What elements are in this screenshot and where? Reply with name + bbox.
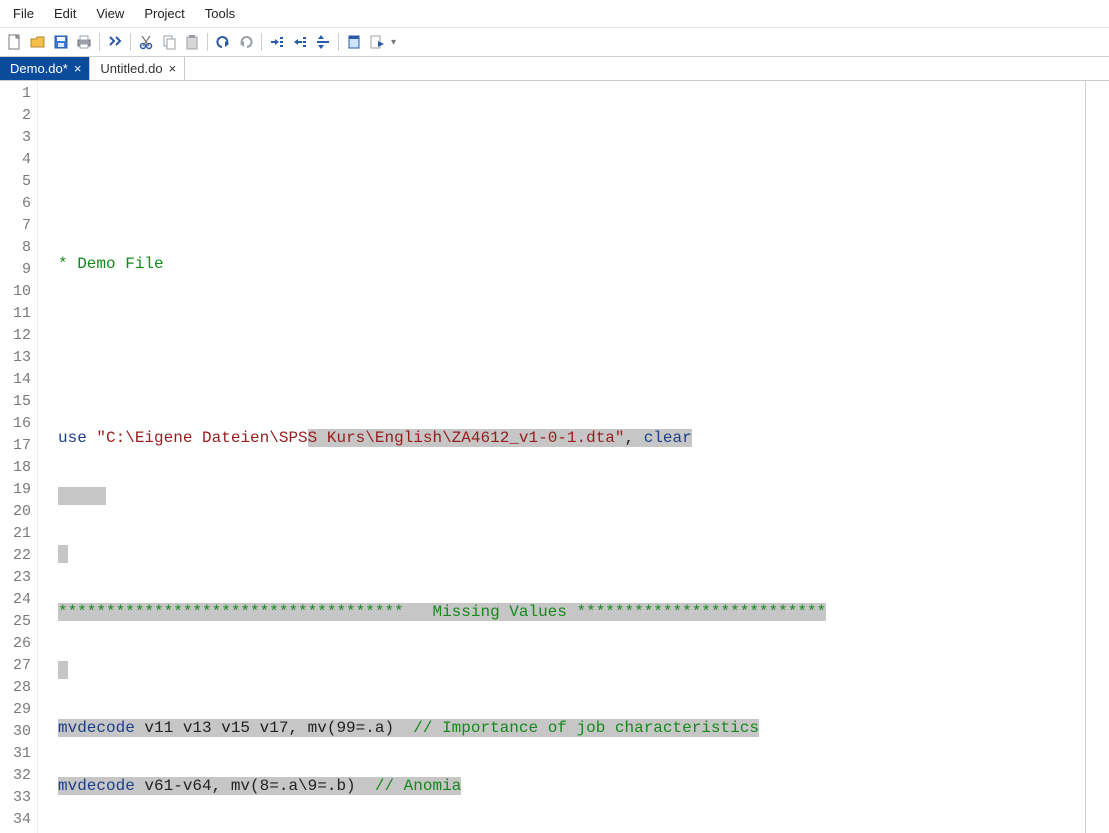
line-number: 19	[0, 479, 31, 501]
menu-project[interactable]: Project	[135, 3, 193, 24]
menu-tools[interactable]: Tools	[196, 3, 244, 24]
line-number: 14	[0, 369, 31, 391]
paste-icon[interactable]	[181, 31, 203, 53]
tab-label: Demo.do*	[10, 61, 68, 76]
code-comment: // Importance of job characteristics	[413, 719, 759, 737]
line-number: 18	[0, 457, 31, 479]
line-number: 15	[0, 391, 31, 413]
line-number: 9	[0, 259, 31, 281]
tab-untitled[interactable]: Untitled.do ×	[90, 57, 185, 80]
tab-label: Untitled.do	[100, 61, 162, 76]
run-line-icon[interactable]	[312, 31, 334, 53]
line-number: 29	[0, 699, 31, 721]
tab-bar: Demo.do* × Untitled.do ×	[0, 57, 1109, 81]
code-comment: // Anomia	[375, 777, 461, 795]
line-number: 6	[0, 193, 31, 215]
line-number: 7	[0, 215, 31, 237]
undo-icon[interactable]	[212, 31, 234, 53]
save-icon[interactable]	[50, 31, 72, 53]
print-icon[interactable]	[73, 31, 95, 53]
line-gutter: 1234567891011121314151617181920212223242…	[0, 81, 38, 833]
line-number: 20	[0, 501, 31, 523]
cut-icon[interactable]	[135, 31, 157, 53]
line-number: 1	[0, 83, 31, 105]
line-number: 12	[0, 325, 31, 347]
code-editor[interactable]: 1234567891011121314151617181920212223242…	[0, 81, 1109, 833]
line-number: 32	[0, 765, 31, 787]
line-number: 5	[0, 171, 31, 193]
line-number: 4	[0, 149, 31, 171]
code-keyword: use	[58, 429, 87, 447]
line-number: 27	[0, 655, 31, 677]
line-number: 31	[0, 743, 31, 765]
toolbar: ▾	[0, 28, 1109, 57]
line-number: 8	[0, 237, 31, 259]
line-number: 17	[0, 435, 31, 457]
line-number: 11	[0, 303, 31, 325]
line-number: 34	[0, 809, 31, 831]
code-string: S Kurs\English\ZA4612_v1-0-1.dta"	[308, 429, 625, 447]
redo-icon[interactable]	[235, 31, 257, 53]
line-number: 25	[0, 611, 31, 633]
bookmark-icon[interactable]	[343, 31, 365, 53]
line-number: 21	[0, 523, 31, 545]
menu-view[interactable]: View	[87, 3, 133, 24]
code-keyword: mvdecode	[58, 719, 135, 737]
code-option: clear	[644, 429, 692, 447]
code-comment: * Demo File	[58, 255, 164, 273]
line-number: 16	[0, 413, 31, 435]
line-number: 3	[0, 127, 31, 149]
close-icon[interactable]: ×	[169, 62, 177, 75]
find-icon[interactable]	[104, 31, 126, 53]
code-area[interactable]: * Demo File use "C:\Eigene Dateien\SPSS …	[52, 81, 1109, 833]
open-file-icon[interactable]	[27, 31, 49, 53]
line-number: 28	[0, 677, 31, 699]
close-icon[interactable]: ×	[74, 62, 82, 75]
menu-file[interactable]: File	[4, 3, 43, 24]
line-number: 10	[0, 281, 31, 303]
run-do-icon[interactable]	[366, 31, 388, 53]
line-number: 26	[0, 633, 31, 655]
line-number: 33	[0, 787, 31, 809]
line-number: 23	[0, 567, 31, 589]
tab-demo[interactable]: Demo.do* ×	[0, 57, 90, 80]
indent-icon[interactable]	[266, 31, 288, 53]
code-string: "C:\Eigene Dateien\SPS	[96, 429, 307, 447]
line-number: 22	[0, 545, 31, 567]
line-number: 13	[0, 347, 31, 369]
line-number: 24	[0, 589, 31, 611]
code-section: ************************************ Mis…	[58, 603, 826, 621]
new-file-icon[interactable]	[4, 31, 26, 53]
outdent-icon[interactable]	[289, 31, 311, 53]
code-keyword: mvdecode	[58, 777, 135, 795]
menu-edit[interactable]: Edit	[45, 3, 85, 24]
copy-icon[interactable]	[158, 31, 180, 53]
margin-rule	[1085, 81, 1086, 833]
line-number: 30	[0, 721, 31, 743]
fold-column	[38, 81, 52, 833]
menu-bar: File Edit View Project Tools	[0, 0, 1109, 28]
line-number: 2	[0, 105, 31, 127]
